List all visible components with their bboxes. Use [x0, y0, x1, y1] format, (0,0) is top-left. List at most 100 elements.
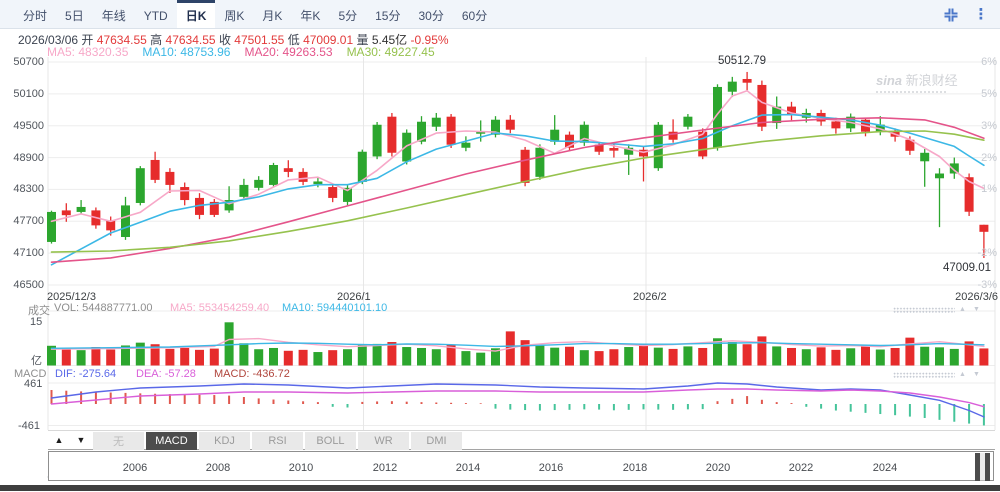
volume-bar [269, 348, 278, 366]
candle-body [432, 118, 441, 127]
price-axis-label: 49500 [13, 120, 44, 132]
navigator-year-2012: 2012 [373, 462, 397, 474]
candle-body [743, 79, 752, 83]
watermark-subline [876, 91, 946, 93]
indicator-tab-RSI[interactable]: RSI [252, 432, 303, 450]
watermark-brand: sina [876, 73, 902, 88]
volume-bar [772, 346, 781, 365]
macd-pane-collapse-icon[interactable]: ▲ [959, 371, 966, 378]
candle-body [299, 172, 308, 182]
candle-body [521, 150, 530, 183]
percent-axis-label: -3% [977, 279, 997, 291]
volume-bar [846, 348, 855, 365]
volume-bar [743, 344, 752, 365]
candle-body [728, 82, 737, 92]
volume-bar [565, 347, 574, 366]
navigator-year-2008: 2008 [206, 462, 230, 474]
percent-axis-label: 2% [981, 152, 997, 164]
price-axis-label: 47100 [13, 247, 44, 259]
candle-body [77, 207, 86, 212]
volume-bar [950, 349, 959, 366]
navigator-year-2006: 2006 [123, 462, 147, 474]
volume-pane-expand-icon[interactable]: ▼ [973, 306, 980, 313]
candle-body [284, 168, 293, 172]
price-axis-label: 46500 [13, 279, 44, 291]
volume-bar [817, 347, 826, 365]
indicator-tabs: 无MACDKDJRSIBOLLWRDMI [93, 432, 462, 450]
volume-bar [728, 342, 737, 365]
indicator-tab-无[interactable]: 无 [93, 432, 144, 450]
volume-bar [106, 350, 115, 366]
macd-pane-expand-icon[interactable]: ▼ [973, 371, 980, 378]
macd-pane-grip[interactable] [893, 372, 955, 378]
candle-body [683, 117, 692, 127]
indicator-tab-BOLL[interactable]: BOLL [305, 432, 356, 450]
volume-bar [136, 343, 145, 366]
volume-bar [609, 349, 618, 365]
volume-bar [757, 336, 766, 365]
volume-pane-grip[interactable] [893, 307, 955, 313]
candle-body [387, 117, 396, 153]
kline-chart-app: 分时5日年线YTD日K周K月K年K5分15分30分60分 ⋮ 2026/03/0… [0, 0, 1000, 492]
volume-bar [328, 350, 337, 365]
date-axis-label: 2026/2 [633, 291, 667, 303]
volume-bar [165, 349, 174, 366]
candle-body [313, 181, 322, 184]
indicator-tab-MACD[interactable]: MACD [146, 432, 197, 450]
candle-body [121, 205, 130, 237]
timeline-navigator[interactable]: 2006200820102012201420162018202020222024 [48, 451, 994, 481]
ma-line-MA30 [52, 131, 984, 252]
candle-body [979, 225, 988, 232]
percent-axis-label: 5% [981, 88, 997, 100]
candle-body [535, 148, 544, 177]
candle-body [757, 85, 766, 127]
macd-line-DIF [52, 383, 984, 417]
macd-dif-value: DIF: -275.64 [55, 368, 116, 380]
candle-body [269, 165, 278, 185]
volume-axis-unit: 亿 [31, 352, 42, 368]
volume-bar [639, 344, 648, 366]
macd-line-DEA [52, 389, 984, 407]
volume-bar [373, 344, 382, 366]
volume-bar [402, 347, 411, 365]
indicator-tab-DMI[interactable]: DMI [411, 432, 462, 450]
low-price-annotation: 47009.01 [943, 262, 991, 274]
price-axis-label: 48900 [13, 152, 44, 164]
candle-body [447, 117, 456, 145]
candle-body [935, 174, 944, 179]
pane-down-button[interactable]: ▼ [72, 433, 90, 448]
volume-bar [935, 347, 944, 365]
candle-body [47, 212, 56, 242]
volume-bar [891, 348, 900, 366]
volume-pane-collapse-icon[interactable]: ▲ [959, 306, 966, 313]
volume-bar [239, 343, 248, 365]
volume-bar [535, 345, 544, 365]
candle-body [506, 120, 515, 130]
volume-bar [417, 348, 426, 366]
volume-bar [861, 346, 870, 365]
volume-bar [669, 349, 678, 366]
pane-up-button[interactable]: ▲ [50, 433, 68, 448]
peak-price-annotation: 50512.79 [718, 55, 766, 67]
navigator-handle-left[interactable] [975, 453, 980, 481]
chart-canvas[interactable] [0, 0, 1000, 492]
price-axis-label: 50700 [13, 56, 44, 68]
candle-body [609, 148, 618, 151]
volume-bar [787, 348, 796, 366]
volume-bar [313, 352, 322, 365]
navigator-handle-right[interactable] [985, 453, 990, 481]
navigator-year-2016: 2016 [539, 462, 563, 474]
volume-bar [624, 347, 633, 365]
percent-axis-label: 1% [981, 183, 997, 195]
navigator-year-2018: 2018 [623, 462, 647, 474]
bottom-divider-bar [0, 485, 1000, 491]
price-axis-label: 50100 [13, 88, 44, 100]
volume-vol-value: VOL: 544887771.00 [54, 302, 152, 314]
volume-bar [432, 349, 441, 365]
volume-bar [299, 350, 308, 366]
volume-ma5-value: MA5: 553454259.40 [170, 302, 269, 314]
volume-bar [831, 350, 840, 366]
indicator-tab-KDJ[interactable]: KDJ [199, 432, 250, 450]
indicator-tab-WR[interactable]: WR [358, 432, 409, 450]
price-axis-label: 47700 [13, 215, 44, 227]
